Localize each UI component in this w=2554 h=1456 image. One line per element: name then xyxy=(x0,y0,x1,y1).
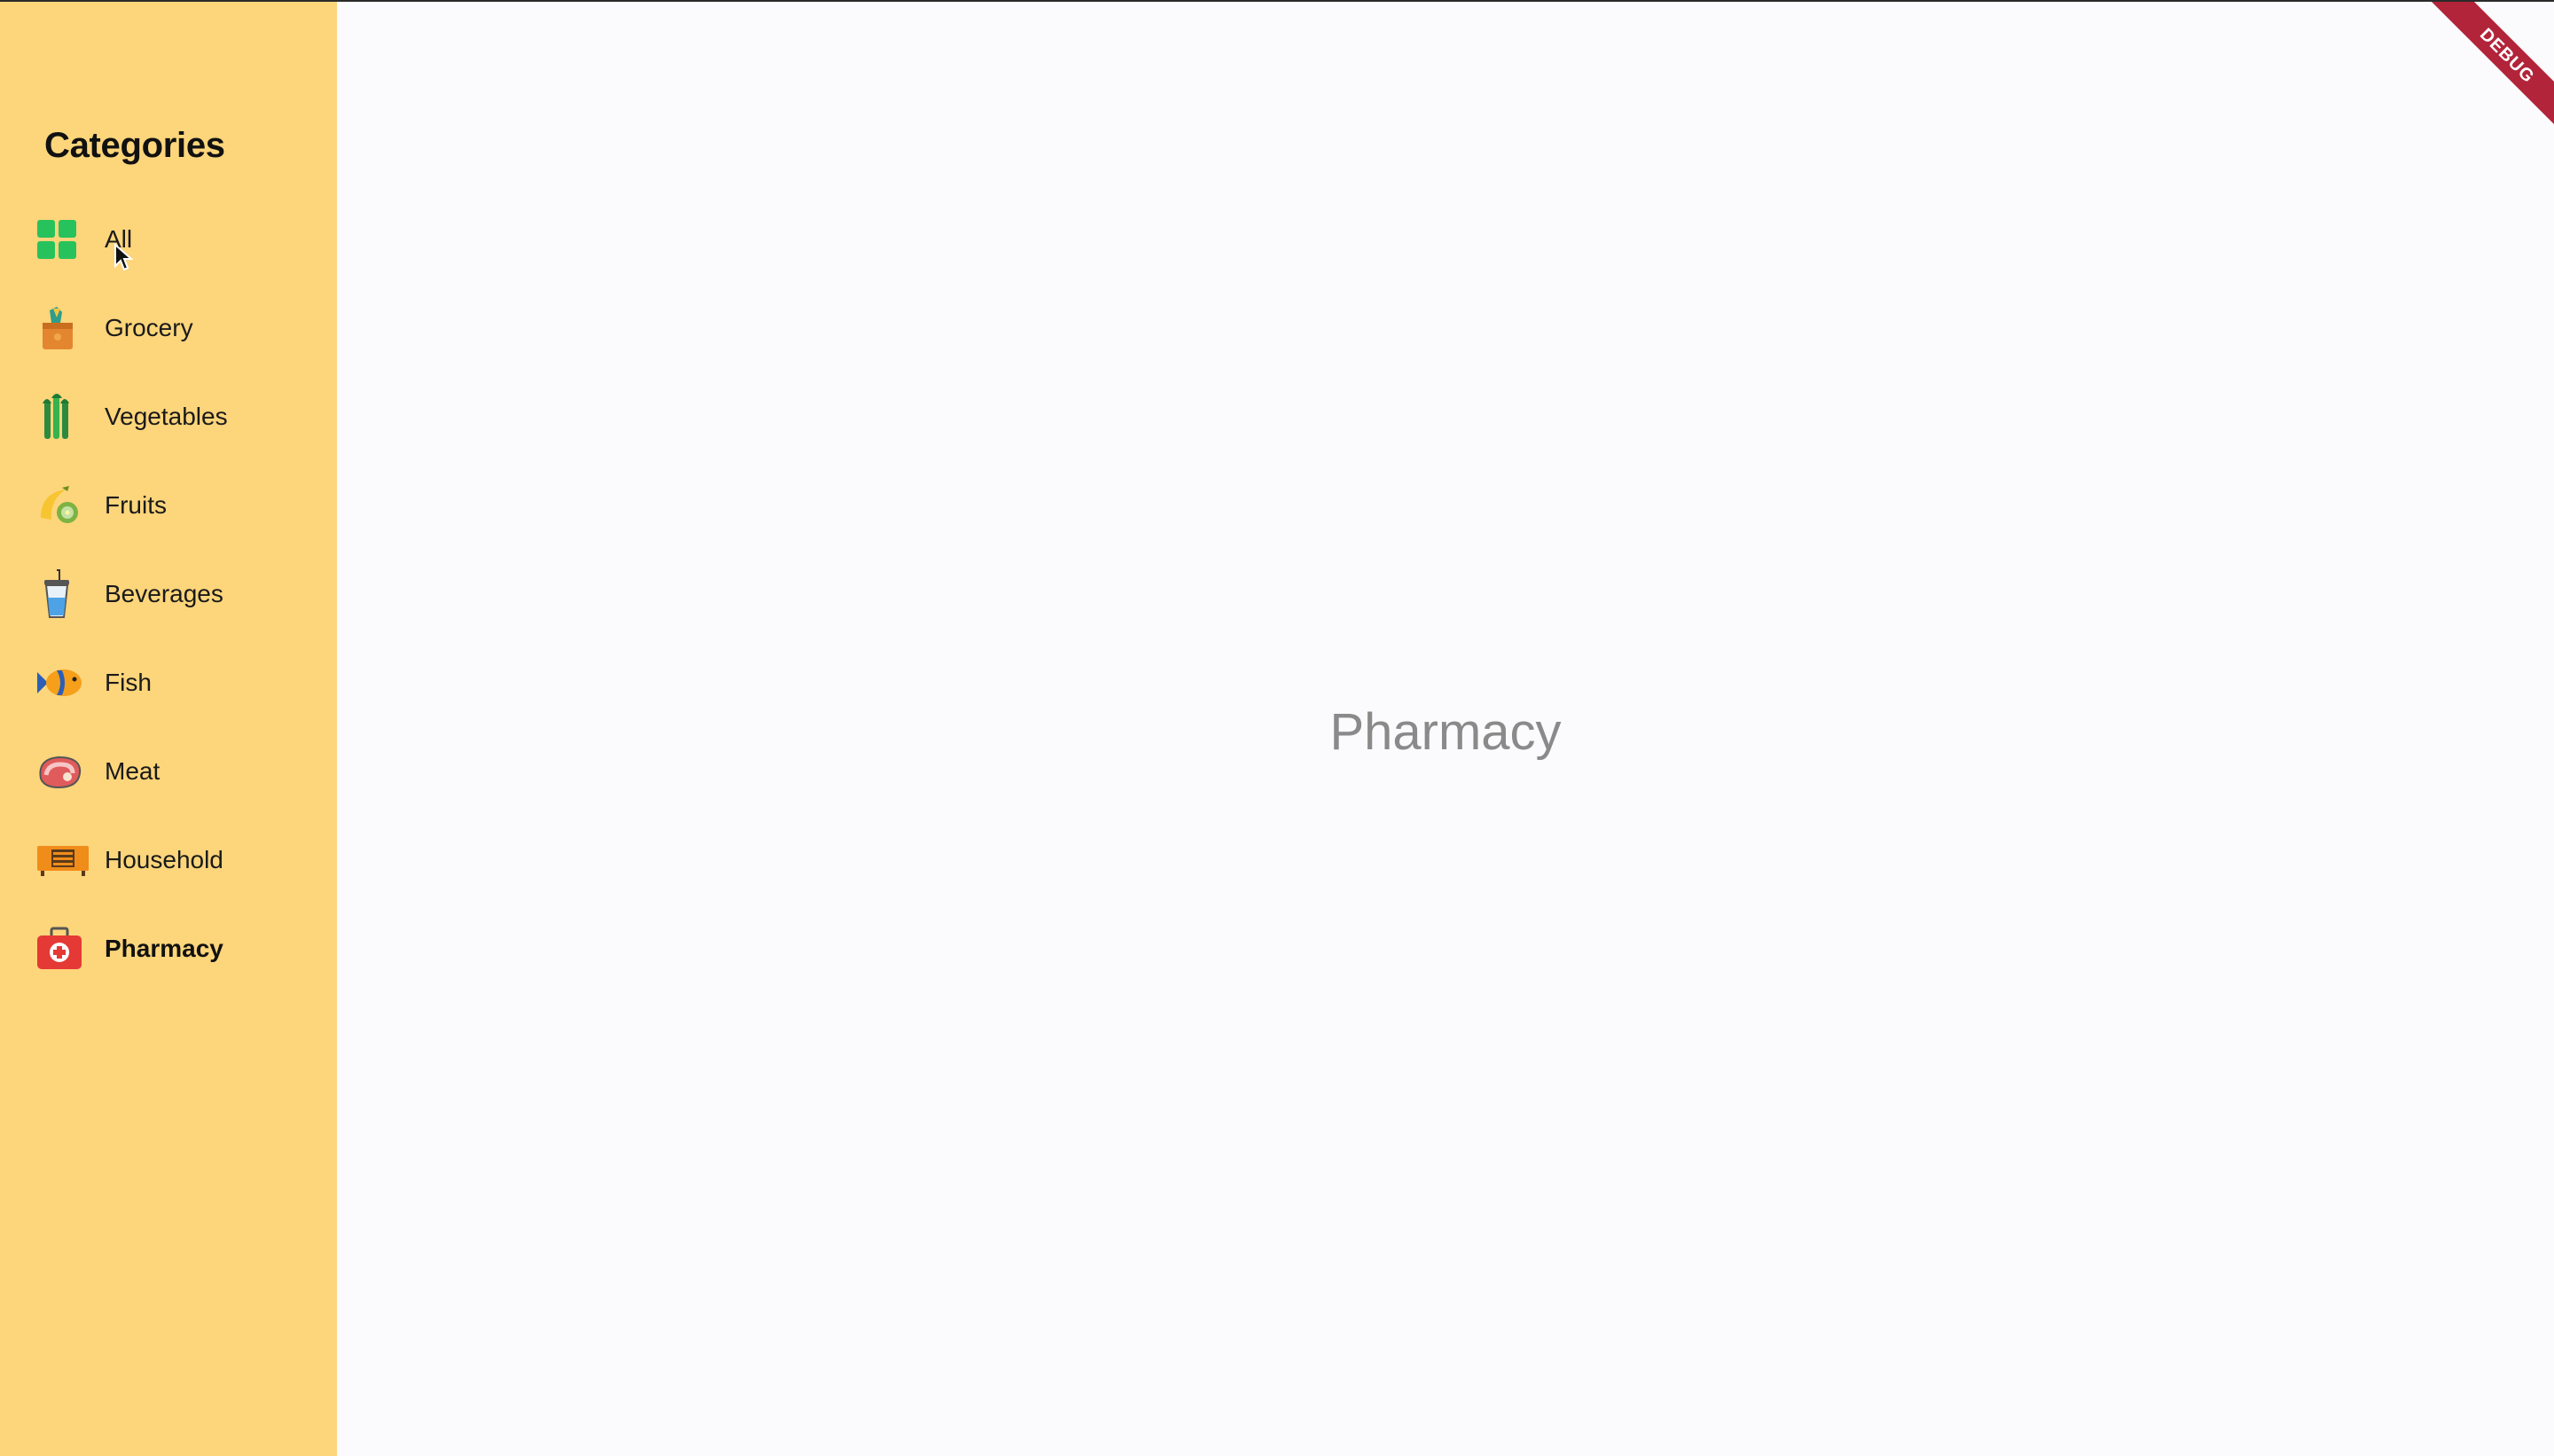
category-sidebar: Categories All Grocery Vegetables Fruits… xyxy=(0,2,337,1456)
mouse-cursor-icon xyxy=(114,243,134,271)
sidebar-item-label: Pharmacy xyxy=(105,935,223,962)
category-list: All Grocery Vegetables Fruits Beverages … xyxy=(35,195,328,993)
first-aid-kit-icon xyxy=(35,922,105,975)
beverage-cup-icon xyxy=(35,568,105,621)
sidebar-item-all[interactable]: All xyxy=(35,195,328,284)
grocery-bag-icon xyxy=(35,301,105,355)
sidebar-item-vegetables[interactable]: Vegetables xyxy=(35,372,328,461)
sidebar-title: Categories xyxy=(44,126,225,165)
sidebar-item-meat[interactable]: Meat xyxy=(35,727,328,816)
sidebar-item-fruits[interactable]: Fruits xyxy=(35,461,328,550)
fruits-icon xyxy=(35,479,105,532)
app-window: Categories All Grocery Vegetables Fruits… xyxy=(0,0,2554,1456)
sidebar-item-label: Meat xyxy=(105,757,161,785)
sidebar-item-label: Fruits xyxy=(105,491,167,519)
fish-icon xyxy=(35,656,105,709)
grid-icon xyxy=(35,213,105,266)
vegetables-icon xyxy=(35,390,105,443)
sidebar-item-label: Beverages xyxy=(105,580,223,607)
page-title: Pharmacy xyxy=(1329,703,1562,761)
sidebar-item-label: Grocery xyxy=(105,314,193,341)
sidebar-item-beverages[interactable]: Beverages xyxy=(35,550,328,638)
household-icon xyxy=(35,834,105,887)
sidebar-item-grocery[interactable]: Grocery xyxy=(35,284,328,372)
sidebar-item-pharmacy[interactable]: Pharmacy xyxy=(35,904,328,993)
content-area: Pharmacy xyxy=(337,2,2554,1456)
sidebar-item-label: Fish xyxy=(105,669,152,696)
sidebar-item-label: Vegetables xyxy=(105,403,228,430)
sidebar-item-fish[interactable]: Fish xyxy=(35,638,328,727)
sidebar-item-label: Household xyxy=(105,846,223,873)
sidebar-item-household[interactable]: Household xyxy=(35,816,328,904)
meat-icon xyxy=(35,745,105,798)
